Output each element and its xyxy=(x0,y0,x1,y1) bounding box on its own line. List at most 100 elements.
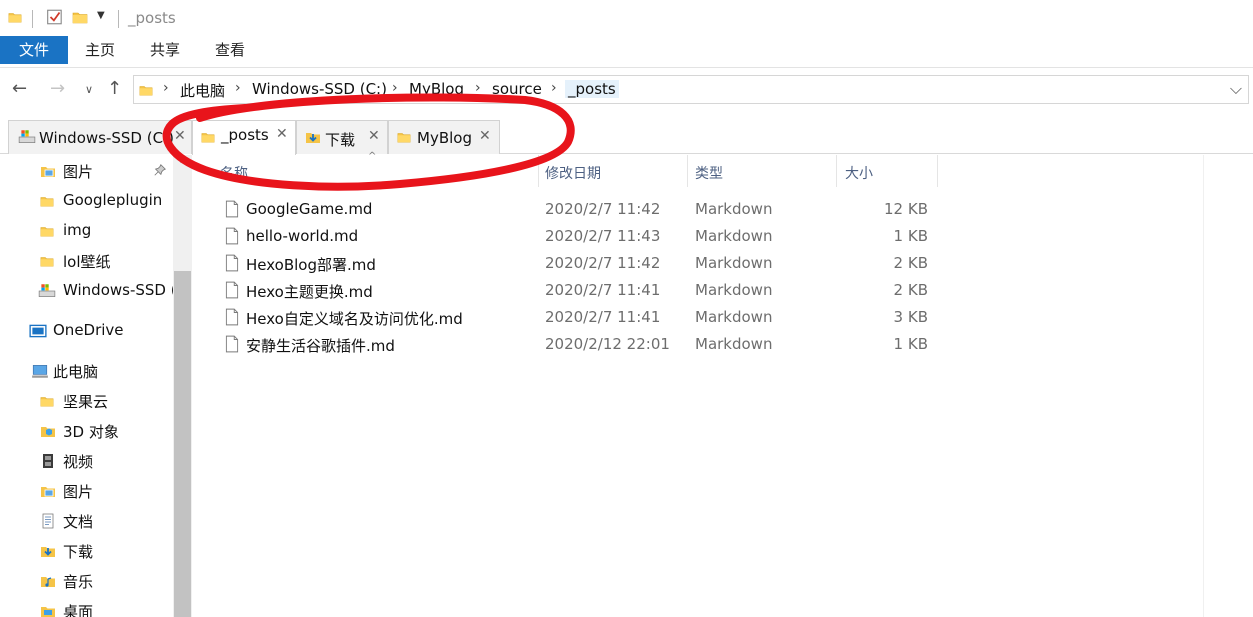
folder-icon xyxy=(397,128,411,146)
close-tab-icon[interactable]: ✕ xyxy=(368,128,380,144)
close-tab-icon[interactable]: ✕ xyxy=(276,126,288,142)
sidebar-item-downloads[interactable]: 下载 xyxy=(0,537,172,565)
forward-arrow-icon[interactable]: → xyxy=(50,78,65,99)
download-folder-icon xyxy=(40,542,56,560)
desktop-folder-icon xyxy=(40,602,56,617)
markdown-file-icon xyxy=(223,253,241,273)
breadcrumb-separator-icon[interactable]: › xyxy=(475,80,481,96)
sidebar-item-pictures-pinned[interactable]: 图片 xyxy=(0,157,172,185)
folder-icon xyxy=(201,128,215,146)
column-header-date[interactable]: 修改日期 xyxy=(539,155,687,187)
onedrive-icon xyxy=(29,322,47,340)
breadcrumb-myblog[interactable]: MyBlog xyxy=(409,80,464,98)
column-header-name[interactable]: 名称 xyxy=(193,155,538,187)
title-bar: ▼ _posts xyxy=(0,0,1253,36)
file-size: 12 KB xyxy=(884,200,928,218)
sidebar-item-onedrive[interactable]: OneDrive xyxy=(0,317,172,345)
folder-icon xyxy=(40,392,54,410)
recent-locations-chevron-icon[interactable]: ∨ xyxy=(85,83,93,96)
folder-tab-label: Windows-SSD (C:) xyxy=(39,129,174,147)
navigation-bar: ← → ∨ ↑ › 此电脑 › Windows-SSD (C:) › MyBlo… xyxy=(0,70,1253,110)
breadcrumb-drive[interactable]: Windows-SSD (C:) xyxy=(252,80,387,98)
file-name: Hexo自定义域名及访问优化.md xyxy=(246,310,463,328)
file-date: 2020/2/7 11:42 xyxy=(545,200,661,218)
sidebar-item-music[interactable]: 音乐 xyxy=(0,567,172,595)
column-header-size[interactable]: 大小 xyxy=(837,155,937,187)
file-date: 2020/2/7 11:41 xyxy=(545,281,661,299)
file-row[interactable]: GoogleGame.md 2020/2/7 11:42 Markdown 12… xyxy=(193,196,953,223)
ribbon-tab-home[interactable]: 主页 xyxy=(76,36,124,64)
documents-icon xyxy=(40,512,56,530)
markdown-file-icon xyxy=(223,334,241,354)
sidebar-item-label: Windows-SSD ( xyxy=(63,281,177,299)
file-name: hello-world.md xyxy=(246,227,359,245)
breadcrumb-posts[interactable]: _posts xyxy=(565,80,619,98)
column-header-label: 名称 xyxy=(220,166,248,182)
sidebar-item-lol-wallpaper[interactable]: lol壁纸 xyxy=(0,247,172,275)
file-date: 2020/2/7 11:42 xyxy=(545,254,661,272)
sidebar-item-jianguoyun[interactable]: 坚果云 xyxy=(0,387,172,415)
sidebar-item-img[interactable]: img xyxy=(0,217,172,245)
folder-icon xyxy=(40,252,54,270)
sidebar-item-3d-objects[interactable]: 3D 对象 xyxy=(0,417,172,445)
breadcrumb-separator-icon[interactable]: › xyxy=(392,80,398,96)
folder-tab-windows-ssd[interactable]: Windows-SSD (C:) ✕ xyxy=(8,120,192,154)
ribbon: 文件 主页 共享 查看 xyxy=(0,36,1253,68)
sidebar-item-label: 下载 xyxy=(63,543,94,561)
sidebar-item-googleplugin[interactable]: Googleplugin xyxy=(0,187,172,215)
pin-icon[interactable] xyxy=(153,163,167,177)
sidebar-item-this-pc[interactable]: 此电脑 xyxy=(0,357,172,385)
scroll-up-arrow-icon[interactable]: ⌃ xyxy=(173,155,192,175)
close-tab-icon[interactable]: ✕ xyxy=(174,128,186,144)
sidebar-item-label: 视频 xyxy=(63,453,94,471)
file-row[interactable]: 安静生活谷歌插件.md 2020/2/12 22:01 Markdown 1 K… xyxy=(193,331,953,358)
file-date: 2020/2/7 11:41 xyxy=(545,308,661,326)
breadcrumb-source[interactable]: source xyxy=(492,80,542,98)
sidebar-item-videos[interactable]: 视频 xyxy=(0,447,172,475)
address-bar[interactable]: › 此电脑 › Windows-SSD (C:) › MyBlog › sour… xyxy=(133,75,1249,104)
folder-tab-myblog[interactable]: MyBlog ✕ xyxy=(388,120,500,154)
sidebar-item-documents[interactable]: 文档 xyxy=(0,507,172,535)
properties-checkbox-icon[interactable] xyxy=(46,8,64,26)
scrollbar-thumb[interactable] xyxy=(174,271,191,617)
ribbon-tab-share[interactable]: 共享 xyxy=(141,36,189,64)
sidebar-item-pictures[interactable]: 图片 xyxy=(0,477,172,505)
file-row[interactable]: Hexo主题更换.md 2020/2/7 11:41 Markdown 2 KB xyxy=(193,277,953,304)
sidebar-item-windows-ssd[interactable]: Windows-SSD ( xyxy=(0,277,177,305)
folder-tab-posts[interactable]: _posts ✕ xyxy=(192,120,296,155)
sidebar-item-label: 桌面 xyxy=(63,603,94,617)
column-header-type[interactable]: 类型 xyxy=(688,155,836,187)
close-tab-icon[interactable]: ✕ xyxy=(479,128,491,144)
file-list-pane[interactable]: ^ 名称 修改日期 类型 大小 GoogleGame.md 2020/2/7 1… xyxy=(193,151,1253,617)
folder-icon xyxy=(139,81,153,99)
file-row[interactable]: Hexo自定义域名及访问优化.md 2020/2/7 11:41 Markdow… xyxy=(193,304,953,331)
address-dropdown-chevron-icon[interactable]: ⌵ xyxy=(1230,79,1242,99)
divider xyxy=(32,10,33,28)
folder-tab-label: _posts xyxy=(221,126,269,144)
customize-toolbar-chevron-icon[interactable]: ▼ xyxy=(97,10,105,21)
up-arrow-icon[interactable]: ↑ xyxy=(107,78,122,99)
navigation-pane-scrollbar[interactable]: ⌃ xyxy=(173,155,192,617)
sidebar-item-label: 文档 xyxy=(63,513,94,531)
file-row[interactable]: HexoBlog部署.md 2020/2/7 11:42 Markdown 2 … xyxy=(193,250,953,277)
sidebar-item-label: img xyxy=(63,221,92,239)
column-divider[interactable] xyxy=(937,155,938,187)
file-type: Markdown xyxy=(695,227,773,245)
navigation-pane[interactable]: 图片 Googleplugin img lol壁纸 Windows-SSD ( … xyxy=(0,155,192,617)
markdown-file-icon xyxy=(223,199,241,219)
sidebar-item-desktop[interactable]: 桌面 xyxy=(0,597,172,617)
breadcrumb-separator-icon[interactable]: › xyxy=(551,80,557,96)
pictures-folder-icon xyxy=(40,482,56,500)
file-type: Markdown xyxy=(695,335,773,353)
sidebar-item-label: 此电脑 xyxy=(53,363,99,381)
ribbon-tab-file[interactable]: 文件 xyxy=(0,36,68,64)
breadcrumb-separator-icon[interactable]: › xyxy=(235,80,241,96)
breadcrumb-separator-icon[interactable]: › xyxy=(163,80,169,96)
folder-icon[interactable] xyxy=(8,8,22,26)
new-folder-icon[interactable] xyxy=(72,8,88,26)
back-arrow-icon[interactable]: ← xyxy=(12,78,27,99)
ribbon-tab-view[interactable]: 查看 xyxy=(206,36,254,64)
folder-tab-downloads[interactable]: 下载 ✕ xyxy=(296,120,388,154)
breadcrumb-this-pc[interactable]: 此电脑 xyxy=(180,80,225,101)
file-row[interactable]: hello-world.md 2020/2/7 11:43 Markdown 1… xyxy=(193,223,953,250)
